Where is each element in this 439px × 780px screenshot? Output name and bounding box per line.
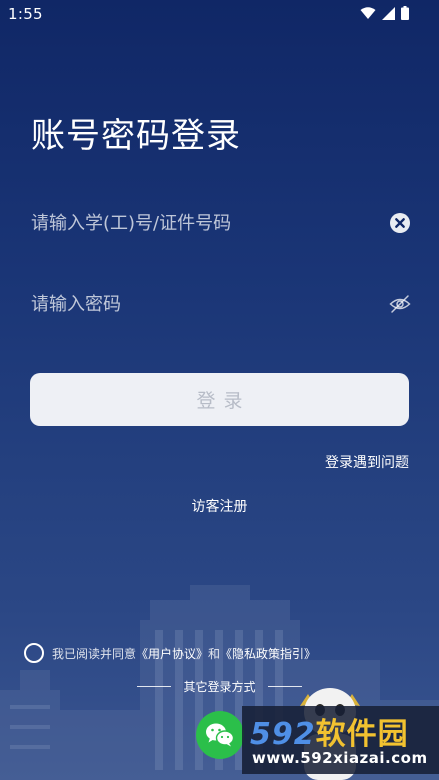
battery-icon	[401, 6, 409, 20]
agreement-text: 我已阅读并同意《用户协议》和《隐私政策指引》	[52, 645, 316, 662]
status-time: 1:55	[8, 5, 43, 23]
agreement-checkbox[interactable]	[24, 643, 44, 663]
agreement-row: 我已阅读并同意《用户协议》和《隐私政策指引》	[24, 641, 316, 665]
watermark-logo-number: 592	[250, 717, 316, 752]
watermark-logo: 592软件园	[250, 709, 409, 753]
divider-line-left	[137, 686, 172, 687]
page-title: 账号密码登录	[31, 116, 241, 156]
wifi-icon	[360, 6, 376, 19]
agreement-prefix: 我已阅读并同意	[52, 646, 137, 661]
login-screen: 1:55 账号密码登录 请输入学(工)号/证件号码 登录 登录遇到问题 访客注册…	[0, 0, 439, 780]
watermark-banner: 592软件园 www.592xiazai.com	[242, 706, 439, 774]
user-agreement-link[interactable]: 《用户协议》	[136, 647, 208, 661]
watermark-url: www.592xiazai.com	[252, 749, 428, 767]
password-field	[31, 284, 411, 324]
guest-register-link[interactable]: 访客注册	[0, 496, 439, 516]
account-input[interactable]	[31, 203, 371, 243]
password-input[interactable]	[31, 284, 371, 324]
eye-off-icon[interactable]	[389, 293, 411, 315]
status-icons	[360, 6, 409, 20]
clear-icon[interactable]	[389, 212, 411, 234]
status-bar: 1:55	[0, 0, 439, 30]
account-field	[31, 203, 411, 243]
wechat-login-button[interactable]	[196, 711, 244, 759]
login-button[interactable]: 登录	[30, 373, 409, 426]
other-login-divider: 其它登录方式	[0, 678, 439, 695]
privacy-policy-link[interactable]: 《隐私政策指引》	[220, 647, 316, 661]
agreement-conjunction: 和	[208, 646, 221, 661]
signal-icon	[382, 6, 395, 20]
other-login-label: 其它登录方式	[183, 680, 256, 694]
login-problem-link[interactable]: 登录遇到问题	[325, 452, 409, 472]
watermark-logo-text: 软件园	[315, 717, 409, 752]
wechat-icon	[206, 723, 235, 747]
